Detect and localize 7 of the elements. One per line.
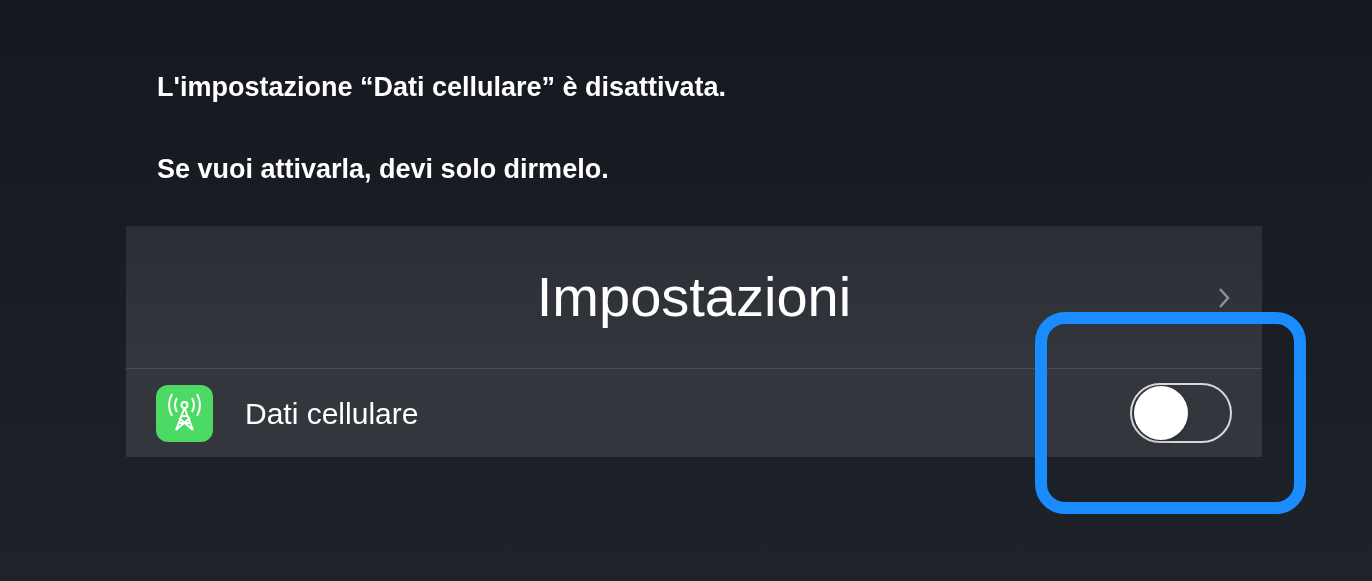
row-label: Dati cellulare [245,395,419,432]
siri-message: Se vuoi attivarla, devi solo dirmelo. [157,153,610,186]
cellular-antenna-icon [156,384,213,442]
toggle-switch[interactable] [1130,383,1232,443]
settings-title: Impostazioni [536,264,852,330]
siri-message: L'impostazione “Dati cellulare” è disattivata. [157,71,728,104]
chevron-icon [1218,287,1230,309]
